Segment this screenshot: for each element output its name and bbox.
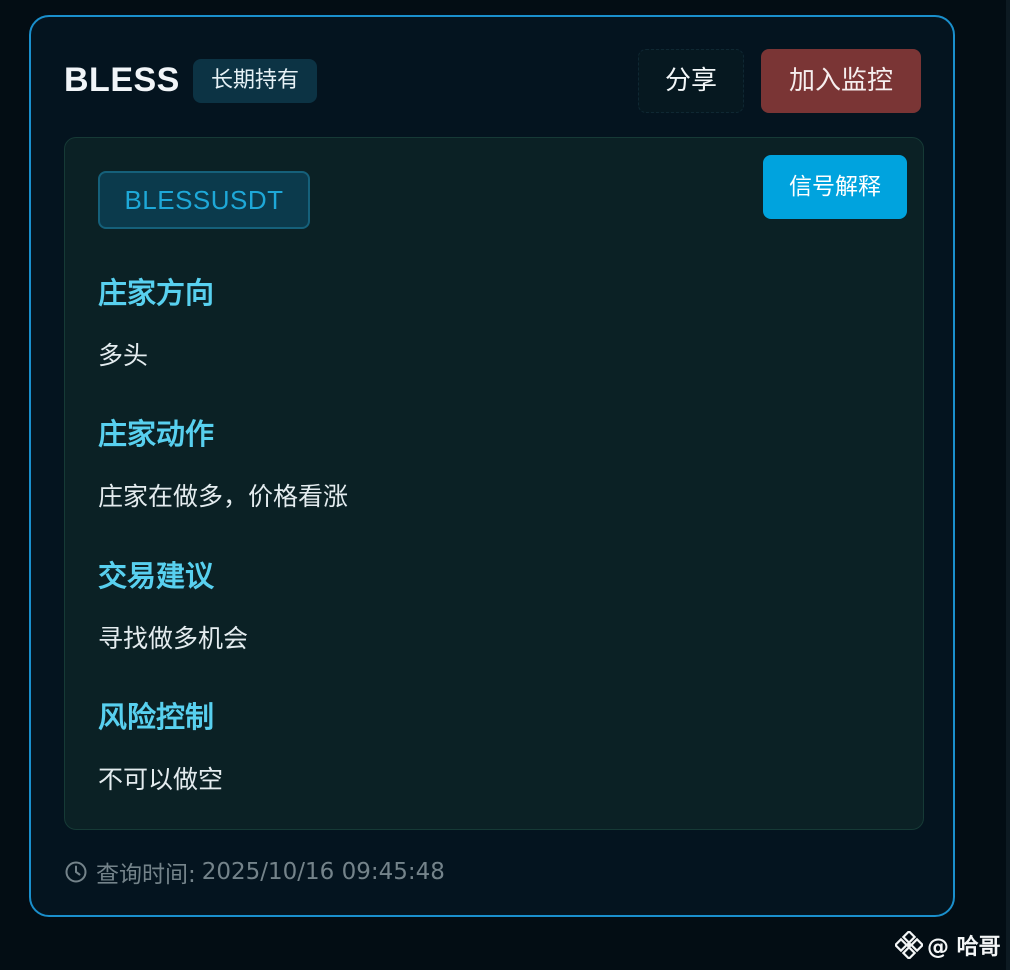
section-title-risk: 风险控制 — [98, 700, 215, 734]
section-value-advice: 寻找做多机会 — [98, 624, 249, 653]
clock-icon — [64, 860, 88, 884]
section-title-direction: 庄家方向 — [98, 276, 215, 310]
add-monitor-button[interactable]: 加入监控 — [761, 49, 921, 113]
page: BLESS 长期持有 分享 加入监控 BLESSUSDT 信号解释 庄家方向 多… — [0, 0, 1010, 970]
watermark-text: @ 哈哥 — [927, 935, 1001, 960]
query-time: 查询时间: 2025/10/16 09:45:48 — [64, 857, 445, 888]
section-value-action: 庄家在做多，价格看涨 — [98, 482, 349, 511]
section-value-direction: 多头 — [98, 341, 149, 370]
section-value-risk: 不可以做空 — [98, 765, 224, 794]
query-time-value: 2025/10/16 09:45:48 — [201, 859, 445, 885]
binance-logo-icon — [893, 929, 925, 961]
section-title-advice: 交易建议 — [98, 559, 215, 593]
card-header: BLESS 长期持有 分享 加入监控 — [64, 49, 921, 115]
window-edge — [1006, 0, 1010, 970]
section-title-action: 庄家动作 — [98, 417, 215, 451]
symbol-tag: BLESSUSDT — [98, 171, 310, 229]
query-time-label: 查询时间: — [96, 862, 196, 888]
hold-tag: 长期持有 — [193, 59, 318, 103]
signal-panel: BLESSUSDT 信号解释 庄家方向 多头 庄家动作 庄家在做多，价格看涨 交… — [64, 137, 924, 830]
signal-card: BLESS 长期持有 分享 加入监控 BLESSUSDT 信号解释 庄家方向 多… — [29, 15, 955, 917]
share-button[interactable]: 分享 — [638, 49, 744, 113]
coin-name: BLESS — [64, 61, 180, 99]
signal-explain-button[interactable]: 信号解释 — [763, 155, 907, 219]
watermark: @ 哈哥 — [893, 928, 1001, 962]
